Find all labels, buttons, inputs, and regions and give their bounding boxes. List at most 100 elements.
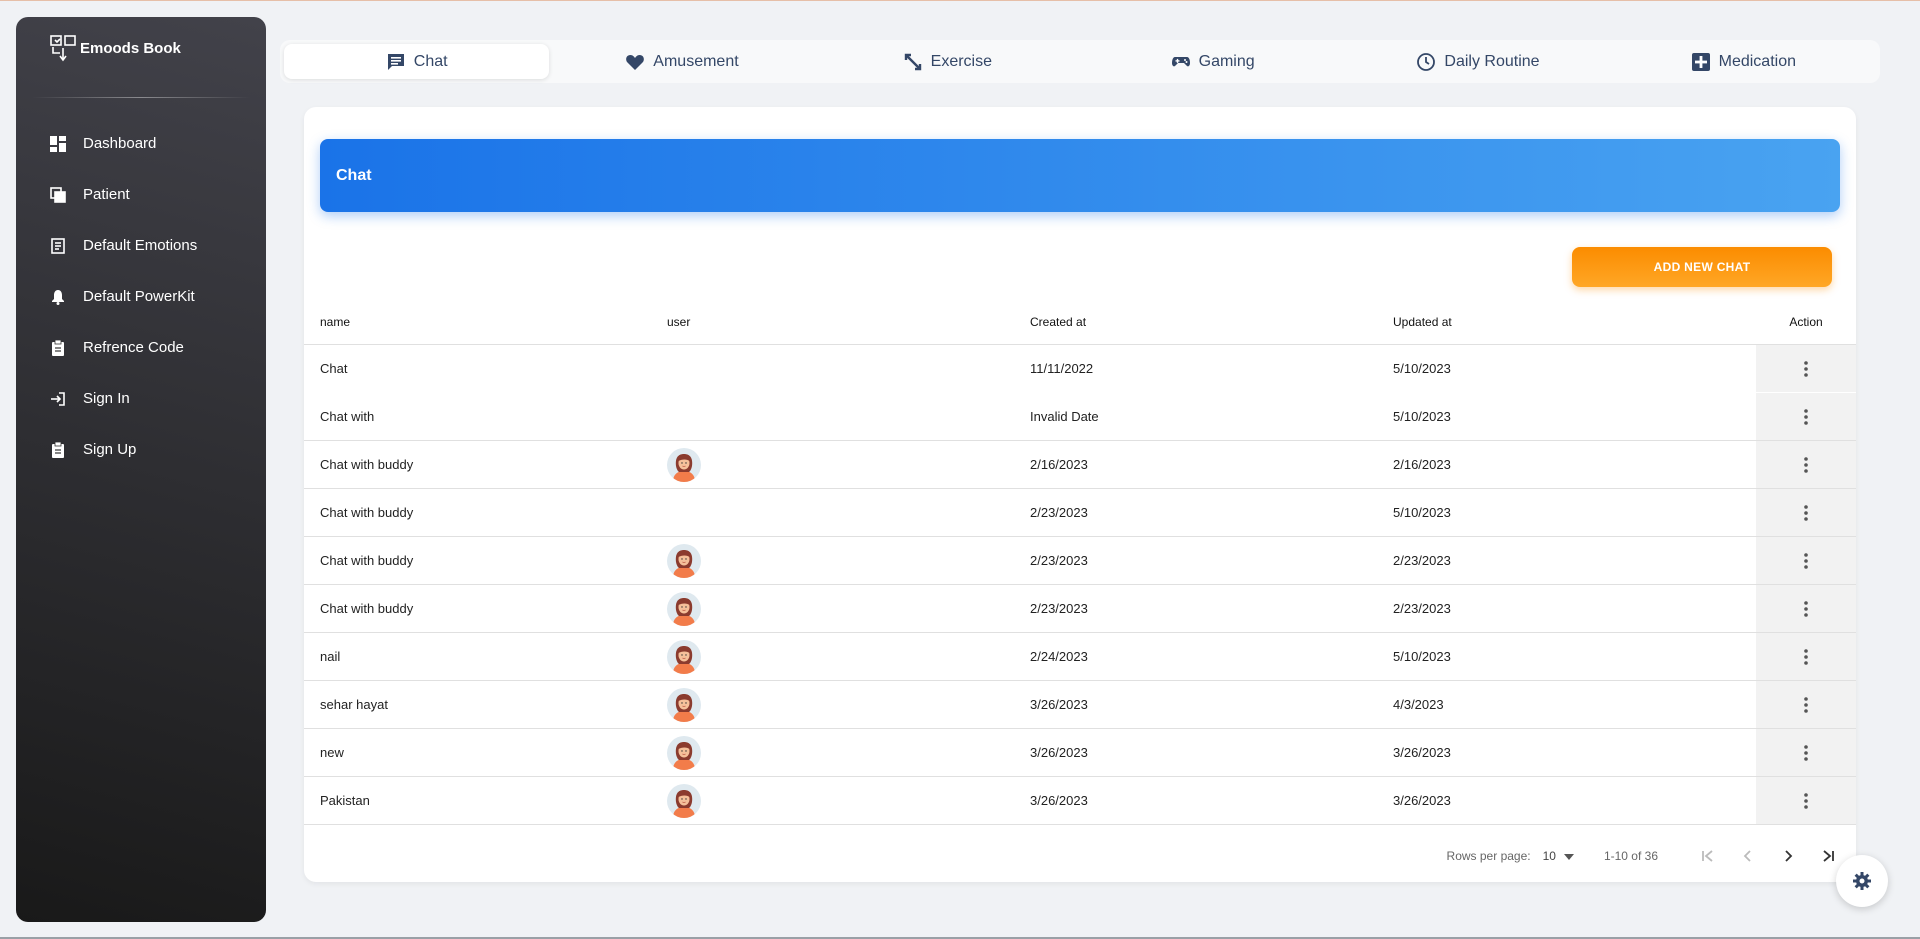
more-vert-icon[interactable] bbox=[1796, 551, 1816, 571]
cell-created-at: 2/23/2023 bbox=[1030, 505, 1088, 520]
cell-updated-at: 2/23/2023 bbox=[1393, 553, 1451, 568]
sidebar-item-sign-in[interactable]: Sign In bbox=[16, 373, 266, 424]
chevron-left-icon bbox=[1743, 850, 1751, 862]
tab-label: Exercise bbox=[930, 52, 992, 70]
tab-label: Chat bbox=[413, 52, 448, 70]
cell-action bbox=[1756, 729, 1856, 776]
cell-action bbox=[1756, 393, 1856, 440]
rows-per-page-value: 10 bbox=[1542, 849, 1556, 863]
receipt-icon bbox=[49, 237, 67, 255]
more-vert-icon[interactable] bbox=[1796, 359, 1816, 379]
column-header-name[interactable]: name bbox=[304, 315, 667, 329]
column-header-action: Action bbox=[1789, 314, 1823, 329]
cell-created-at: 11/11/2022 bbox=[1030, 361, 1094, 376]
table-row[interactable]: Pakistan 3/26/2023 3/26/2023 bbox=[304, 777, 1856, 825]
sidebar-item-label: Sign Up bbox=[83, 441, 137, 458]
sidebar-item-default-emotions[interactable]: Default Emotions bbox=[16, 220, 266, 271]
cell-user bbox=[667, 783, 1030, 818]
avatar bbox=[667, 543, 701, 578]
avatar bbox=[667, 447, 701, 482]
settings-fab[interactable] bbox=[1836, 855, 1888, 907]
prev-page-button[interactable] bbox=[1728, 841, 1768, 871]
table-body: Chat 11/11/2022 5/10/2023 Chat with Invalid … bbox=[304, 345, 1856, 825]
more-vert-icon[interactable] bbox=[1796, 791, 1816, 811]
cell-name: Chat with buddy bbox=[320, 601, 414, 616]
card-header: Chat bbox=[320, 139, 1840, 212]
sidebar-item-patient[interactable]: Patient bbox=[16, 169, 266, 220]
more-vert-icon[interactable] bbox=[1796, 647, 1816, 667]
cell-action bbox=[1756, 537, 1856, 584]
avatar bbox=[667, 687, 701, 722]
cell-updated-at: 5/10/2023 bbox=[1393, 409, 1451, 424]
more-vert-icon[interactable] bbox=[1796, 407, 1816, 427]
cell-created-at: 2/23/2023 bbox=[1030, 553, 1088, 568]
more-vert-icon[interactable] bbox=[1796, 599, 1816, 619]
expand-icon bbox=[903, 52, 923, 72]
table-row[interactable]: Chat with buddy 2/23/2023 2/23/2023 bbox=[304, 537, 1856, 585]
sidebar-item-label: Default Emotions bbox=[83, 237, 198, 254]
cell-action bbox=[1756, 777, 1856, 824]
brand[interactable]: Emoods Book bbox=[16, 17, 266, 73]
cell-updated-at: 2/16/2023 bbox=[1393, 457, 1451, 472]
table-row[interactable]: nail 2/24/2023 5/10/2023 bbox=[304, 633, 1856, 681]
cell-user bbox=[667, 543, 1030, 578]
sidebar-item-sign-up[interactable]: Sign Up bbox=[16, 424, 266, 475]
first-page-icon bbox=[1702, 850, 1713, 862]
chat-table: name user Created at Updated at Action C… bbox=[304, 299, 1856, 825]
tab-gaming[interactable]: Gaming bbox=[1080, 44, 1345, 79]
cell-updated-at: 3/26/2023 bbox=[1393, 793, 1451, 808]
tab-amusement[interactable]: Amusement bbox=[549, 44, 814, 79]
more-vert-icon[interactable] bbox=[1796, 503, 1816, 523]
cell-updated-at: 5/10/2023 bbox=[1393, 505, 1451, 520]
category-tabs: Chat Amusement Exercise Gaming Daily Rou… bbox=[280, 40, 1880, 83]
sidebar-item-default-powerkit[interactable]: Default PowerKit bbox=[16, 271, 266, 322]
cell-name: Chat with buddy bbox=[320, 457, 414, 472]
table-row[interactable]: new 3/26/2023 3/26/2023 bbox=[304, 729, 1856, 777]
sidebar-item-refrence-code[interactable]: Refrence Code bbox=[16, 322, 266, 373]
avatar bbox=[667, 639, 701, 674]
more-vert-icon[interactable] bbox=[1796, 455, 1816, 475]
sidebar-item-label: Refrence Code bbox=[83, 339, 184, 356]
cell-action bbox=[1756, 345, 1856, 392]
clipboard-icon bbox=[49, 441, 67, 459]
bell-icon bbox=[49, 288, 67, 306]
table-header: name user Created at Updated at Action bbox=[304, 299, 1856, 345]
rows-per-page-label: Rows per page: bbox=[1446, 849, 1531, 863]
dashboard-icon bbox=[49, 135, 67, 153]
table-row[interactable]: Chat with buddy 2/23/2023 2/23/2023 bbox=[304, 585, 1856, 633]
next-page-button[interactable] bbox=[1768, 841, 1808, 871]
tab-medication[interactable]: Medication bbox=[1611, 44, 1876, 79]
add-new-chat-button[interactable]: ADD NEW CHAT bbox=[1572, 247, 1832, 287]
tab-chat[interactable]: Chat bbox=[284, 44, 550, 79]
table-row[interactable]: Chat 11/11/2022 5/10/2023 bbox=[304, 345, 1856, 393]
cell-action bbox=[1756, 681, 1856, 728]
gear-icon bbox=[1853, 872, 1871, 890]
first-page-button[interactable] bbox=[1688, 841, 1728, 871]
table-row[interactable]: sehar hayat 3/26/2023 4/3/2023 bbox=[304, 681, 1856, 729]
cell-action bbox=[1756, 585, 1856, 632]
cell-name: Chat bbox=[320, 361, 348, 376]
heart-icon bbox=[625, 52, 645, 72]
cell-created-at: 2/24/2023 bbox=[1030, 649, 1088, 664]
tab-exercise[interactable]: Exercise bbox=[815, 44, 1080, 79]
more-vert-icon[interactable] bbox=[1796, 743, 1816, 763]
column-header-created[interactable]: Created at bbox=[1030, 315, 1393, 329]
cell-updated-at: 5/10/2023 bbox=[1393, 361, 1451, 376]
avatar bbox=[667, 783, 701, 818]
column-header-user[interactable]: user bbox=[667, 315, 1030, 329]
table-row[interactable]: Chat with buddy 2/16/2023 2/16/2023 bbox=[304, 441, 1856, 489]
cell-user bbox=[667, 735, 1030, 770]
table-row[interactable]: Chat with Invalid Date 5/10/2023 bbox=[304, 393, 1856, 441]
cell-action bbox=[1756, 633, 1856, 680]
cell-user bbox=[667, 639, 1030, 674]
cell-user bbox=[667, 447, 1030, 482]
clock-icon bbox=[1416, 52, 1436, 72]
column-header-updated[interactable]: Updated at bbox=[1393, 315, 1756, 329]
more-vert-icon[interactable] bbox=[1796, 695, 1816, 715]
tab-daily-routine[interactable]: Daily Routine bbox=[1345, 44, 1610, 79]
table-row[interactable]: Chat with buddy 2/23/2023 5/10/2023 bbox=[304, 489, 1856, 537]
cell-updated-at: 5/10/2023 bbox=[1393, 649, 1451, 664]
sidebar-item-dashboard[interactable]: Dashboard bbox=[16, 118, 266, 169]
cell-name: Pakistan bbox=[320, 793, 370, 808]
rows-per-page-select[interactable]: 10 bbox=[1543, 849, 1574, 863]
